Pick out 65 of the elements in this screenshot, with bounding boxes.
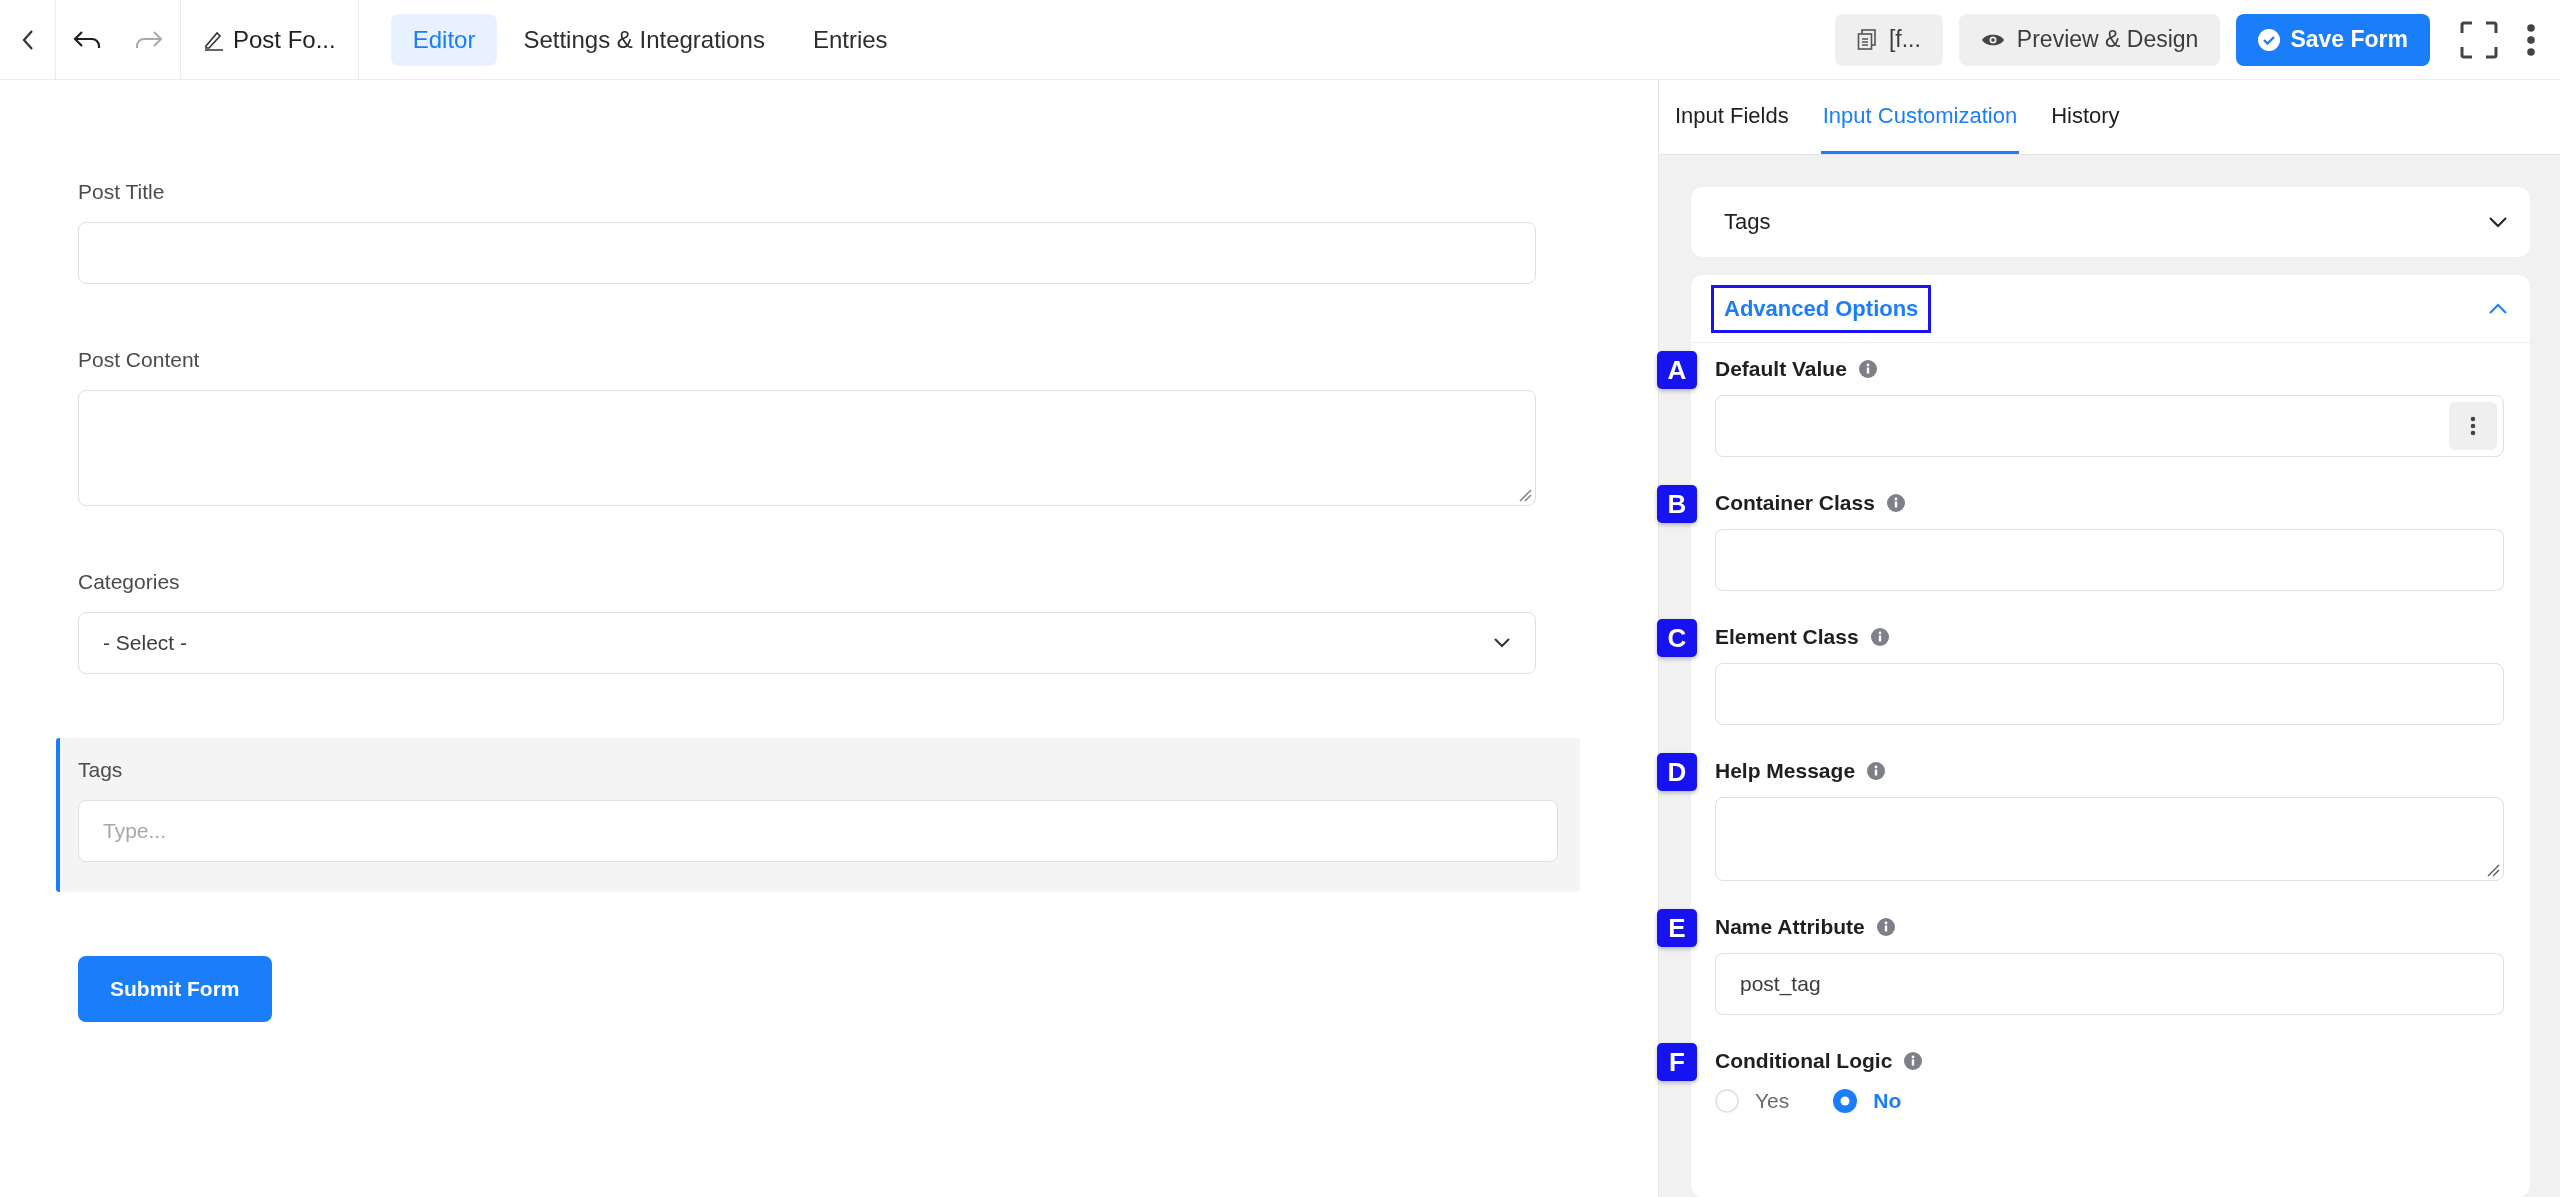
info-icon xyxy=(1904,1052,1923,1070)
text-input-field[interactable] xyxy=(1715,663,2504,725)
chevron-up-icon xyxy=(2488,302,2508,315)
radio-option[interactable]: Yes xyxy=(1715,1089,1790,1113)
more-menu-button[interactable] xyxy=(2526,23,2536,56)
radio-option[interactable]: No xyxy=(1833,1089,1902,1113)
fullscreen-button[interactable] xyxy=(2460,20,2498,59)
field-label: Categories xyxy=(78,570,181,594)
annotation-badge: B xyxy=(1657,485,1697,523)
submit-form-button[interactable]: Submit Form xyxy=(78,956,272,1022)
copy-icon xyxy=(1856,28,1877,51)
annotation-badge: D xyxy=(1657,753,1697,791)
select-field[interactable]: - Select - xyxy=(78,612,1536,674)
field-label: Post Content xyxy=(78,348,201,372)
option-label: Name Attribute xyxy=(1715,915,1865,939)
form-title-button[interactable]: Post Fo... xyxy=(203,25,336,54)
undo-button[interactable] xyxy=(73,29,101,50)
field-label: Tags xyxy=(78,758,124,782)
info-icon xyxy=(1876,918,1895,936)
text-input-field[interactable] xyxy=(78,222,1536,284)
kebab-menu-icon xyxy=(2526,23,2536,56)
panel-tab[interactable]: Input Customization xyxy=(1820,80,2020,154)
more-options-button[interactable] xyxy=(2449,402,2497,450)
section-title[interactable]: Tags xyxy=(1711,198,1784,246)
back-chevron-icon xyxy=(21,28,34,51)
shortcode-button[interactable]: [f... xyxy=(1834,13,1943,66)
chevron-down-icon xyxy=(1493,637,1511,649)
redo-button[interactable] xyxy=(135,29,163,50)
textarea-field[interactable] xyxy=(78,390,1536,506)
undo-arrow-icon xyxy=(73,29,101,50)
kebab-menu-icon xyxy=(2470,416,2476,436)
save-form-button[interactable]: Save Form xyxy=(2236,13,2430,66)
preview-button[interactable]: Preview & Design xyxy=(1958,13,2221,66)
option-label: Element Class xyxy=(1715,625,1859,649)
section-title[interactable]: Advanced Options xyxy=(1711,284,1932,333)
field-label: Post Title xyxy=(78,180,166,204)
textarea-field[interactable] xyxy=(1715,797,2504,881)
text-input-field[interactable] xyxy=(1715,529,2504,591)
fullscreen-icon xyxy=(2460,20,2498,59)
panel-tab[interactable]: Input Fields xyxy=(1673,80,1791,154)
option-label: Default Value xyxy=(1715,357,1847,381)
info-icon xyxy=(1858,360,1877,378)
annotation-badge: F xyxy=(1657,1043,1697,1081)
panel-tab[interactable]: History xyxy=(2049,80,2122,154)
info-icon xyxy=(1867,762,1886,780)
annotation-badge: C xyxy=(1657,619,1697,657)
text-input-field[interactable] xyxy=(1715,395,2504,457)
editor-tab[interactable]: Settings & Integrations xyxy=(501,13,787,66)
back-button[interactable] xyxy=(21,28,34,51)
radio-unchecked-icon xyxy=(1715,1089,1739,1113)
radio-checked-icon xyxy=(1833,1089,1858,1113)
option-label: Conditional Logic xyxy=(1715,1049,1893,1073)
resize-grip-icon xyxy=(2486,863,2500,877)
info-icon xyxy=(1870,628,1889,646)
annotation-badge: E xyxy=(1657,909,1697,947)
option-label: Container Class xyxy=(1715,491,1875,515)
chevron-down-icon xyxy=(2488,216,2508,228)
annotation-badge: A xyxy=(1657,351,1697,389)
text-input-field[interactable]: post_tag xyxy=(1715,953,2504,1015)
option-label: Help Message xyxy=(1715,759,1856,783)
redo-arrow-icon xyxy=(135,29,163,50)
check-circle-icon xyxy=(2258,28,2281,51)
info-icon xyxy=(1886,494,1905,512)
resize-grip-icon xyxy=(1518,488,1532,502)
editor-tab[interactable]: Entries xyxy=(790,13,910,66)
